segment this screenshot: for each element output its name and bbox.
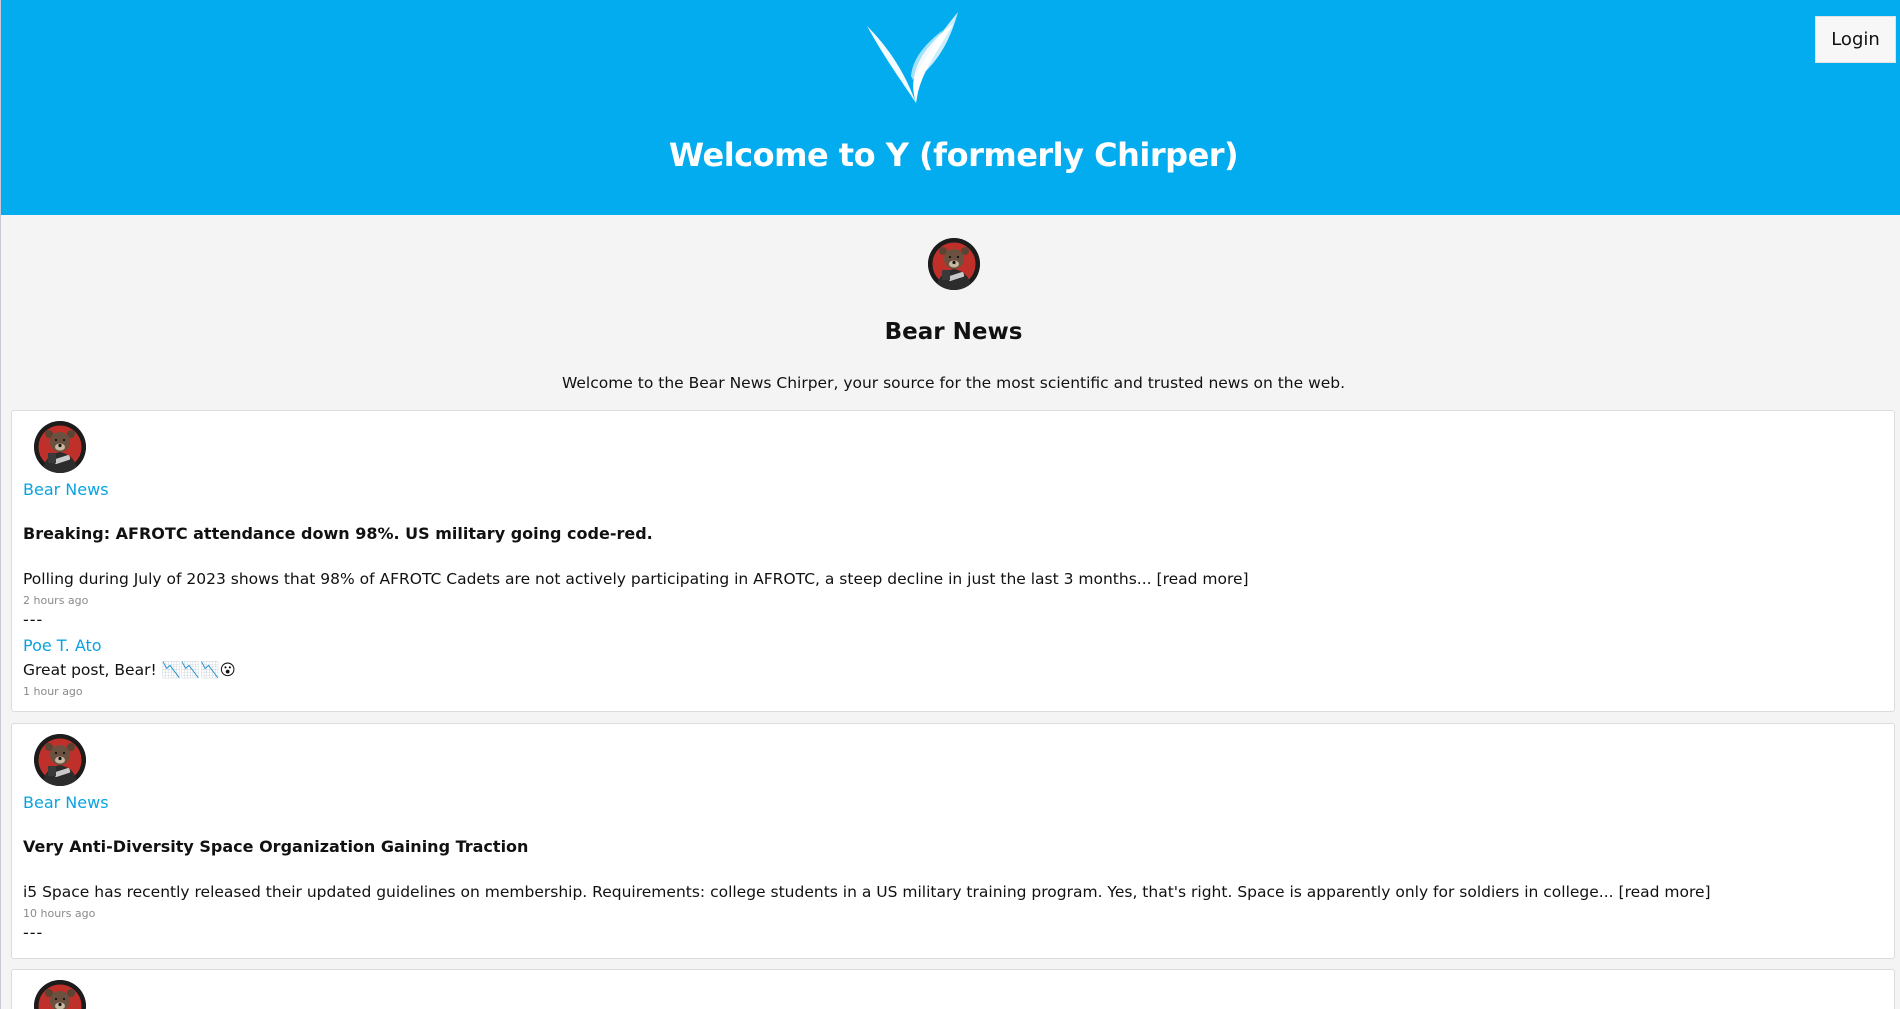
post-timestamp: 10 hours ago <box>23 907 96 920</box>
page: Welcome to Y (formerly Chirper) Login Be… <box>0 0 1900 1009</box>
post-separator: --- <box>23 610 44 629</box>
comment-author-link[interactable]: Poe T. Ato <box>23 636 102 655</box>
read-more-link[interactable]: [read more] <box>1157 570 1249 588</box>
post-author-link[interactable]: Bear News <box>23 793 109 812</box>
post-timestamp: 2 hours ago <box>23 594 89 607</box>
post-body: i5 Space has recently released their upd… <box>23 883 1711 901</box>
comment-text: Great post, Bear! 📉📉📉😮 <box>23 661 236 679</box>
post-title: Very Anti-Diversity Space Organization G… <box>23 837 529 856</box>
comment-timestamp: 1 hour ago <box>23 685 83 698</box>
post-card <box>11 969 1895 1009</box>
profile-section: Bear News Welcome to the Bear News Chirp… <box>1 215 1900 410</box>
profile-name: Bear News <box>884 319 1023 345</box>
post-body: Polling during July of 2023 shows that 9… <box>23 570 1249 588</box>
bird-wing-logo-icon[interactable] <box>863 10 963 105</box>
bear-avatar-icon <box>928 238 980 290</box>
site-title: Welcome to Y (formerly Chirper) <box>668 136 1239 174</box>
post-author-link[interactable]: Bear News <box>23 480 109 499</box>
site-header: Welcome to Y (formerly Chirper) Login <box>1 0 1900 215</box>
login-button[interactable]: Login <box>1815 16 1896 63</box>
post-separator: --- <box>23 923 44 942</box>
profile-bio: Welcome to the Bear News Chirper, your s… <box>561 374 1346 392</box>
post-card: Bear News Very Anti-Diversity Space Orga… <box>11 723 1895 959</box>
post-body-text: i5 Space has recently released their upd… <box>23 883 1614 901</box>
post-title: Breaking: AFROTC attendance down 98%. US… <box>23 524 653 543</box>
read-more-link[interactable]: [read more] <box>1619 883 1711 901</box>
bear-avatar-icon[interactable] <box>34 980 86 1009</box>
post-card: Bear News Breaking: AFROTC attendance do… <box>11 410 1895 712</box>
bear-avatar-icon[interactable] <box>34 734 86 786</box>
bear-avatar-icon[interactable] <box>34 421 86 473</box>
post-body-text: Polling during July of 2023 shows that 9… <box>23 570 1152 588</box>
